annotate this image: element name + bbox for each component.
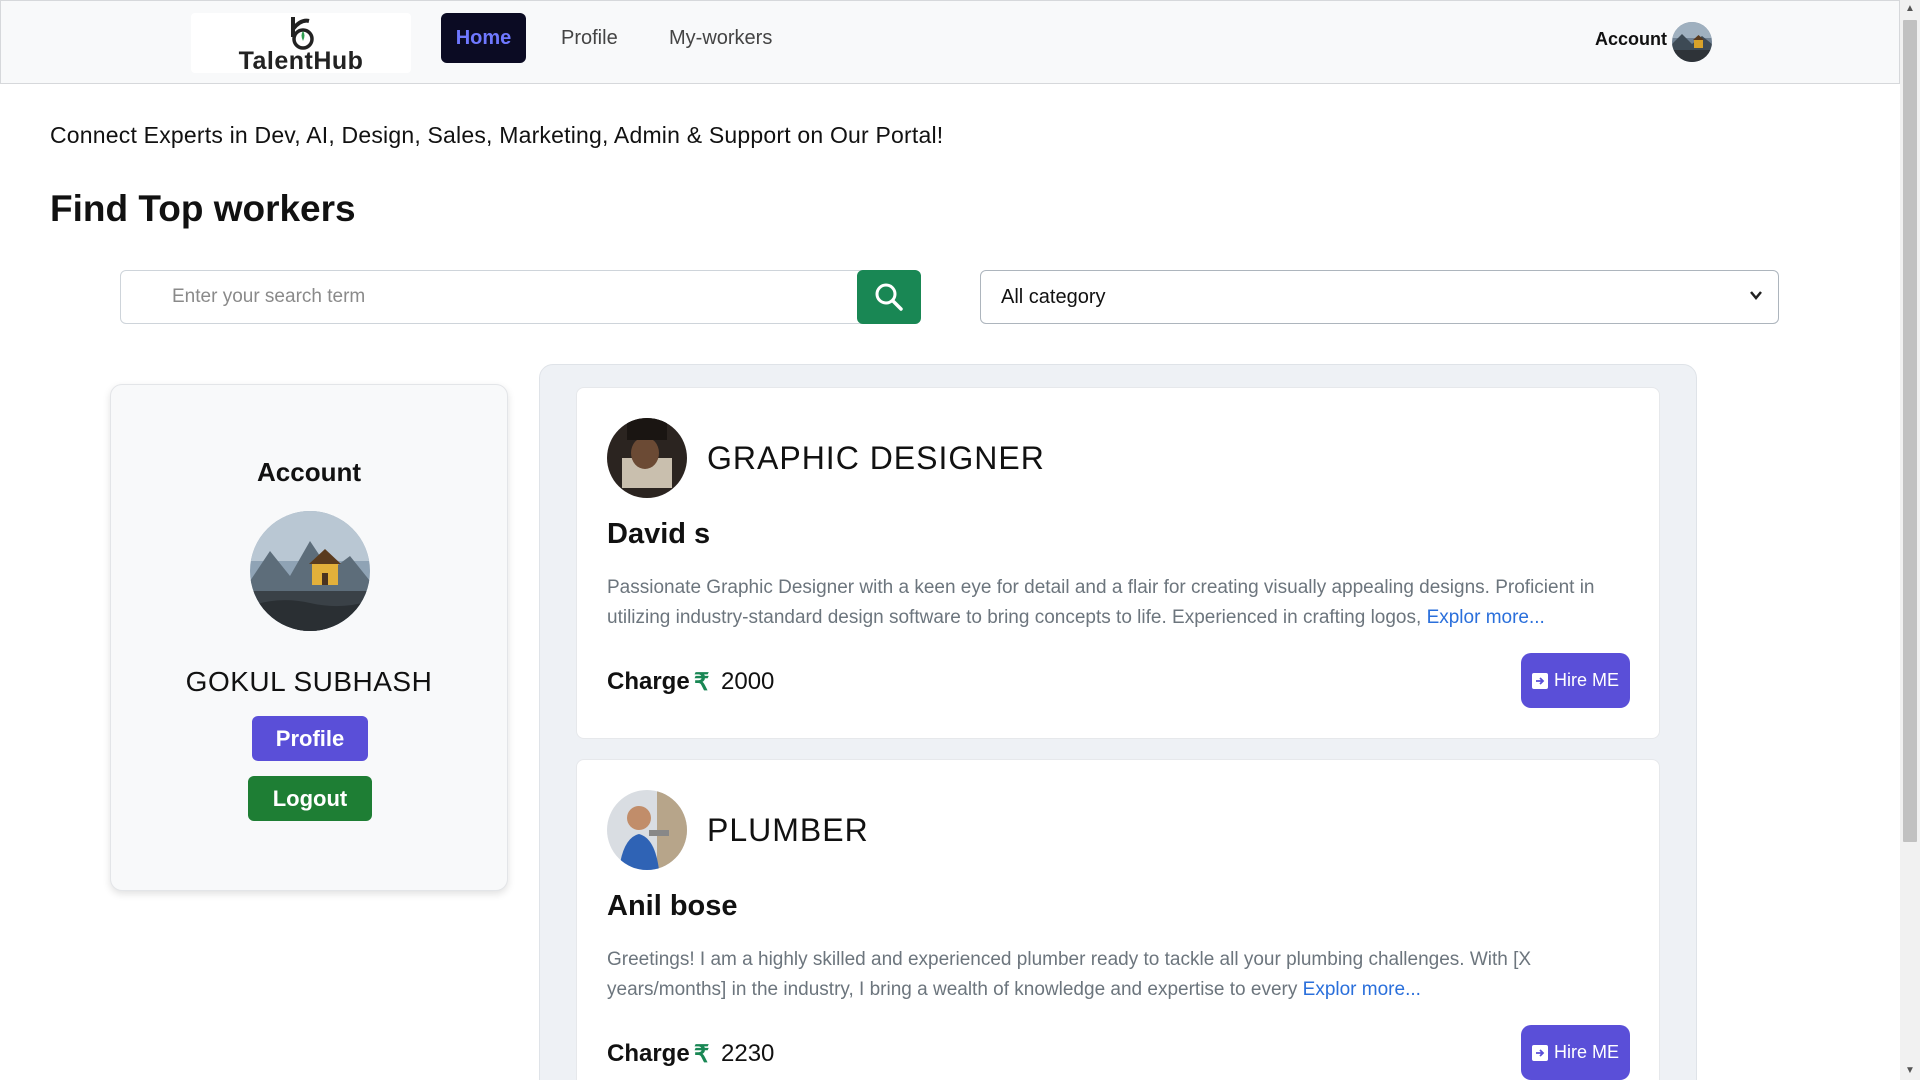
profile-button[interactable]: Profile bbox=[252, 716, 368, 761]
account-card-avatar bbox=[250, 511, 370, 631]
account-card: Account GOKUL SUBHASH Profile Logout bbox=[110, 384, 508, 891]
category-selected-value: All category bbox=[1001, 286, 1106, 308]
rupee-icon: ₹ bbox=[694, 669, 710, 696]
page-scrollbar[interactable]: ▲ ▼ bbox=[1900, 0, 1920, 1080]
account-link[interactable]: Account bbox=[1595, 29, 1667, 50]
worker-photo-image bbox=[607, 790, 687, 870]
nav-my-workers[interactable]: My-workers bbox=[655, 13, 786, 63]
search-input[interactable] bbox=[121, 271, 857, 323]
scroll-up-arrow-icon[interactable]: ▲ bbox=[1900, 0, 1920, 18]
search-icon bbox=[875, 283, 903, 311]
worker-name: David s bbox=[607, 518, 711, 550]
search-button[interactable] bbox=[857, 270, 921, 324]
category-select[interactable]: All category bbox=[980, 270, 1779, 324]
scroll-thumb[interactable] bbox=[1903, 20, 1917, 842]
charge-label: Charge bbox=[607, 668, 690, 695]
hire-me-button[interactable]: Hire ME bbox=[1521, 653, 1630, 708]
workers-panel: GRAPHIC DESIGNER David s Passionate Grap… bbox=[539, 364, 1697, 1080]
explore-more-link[interactable]: Explor more... bbox=[1427, 607, 1545, 628]
explore-more-link[interactable]: Explor more... bbox=[1303, 979, 1421, 1000]
charge-label: Charge bbox=[607, 1040, 690, 1067]
worker-photo-image bbox=[607, 418, 687, 498]
worker-category: PLUMBER bbox=[707, 812, 869, 848]
account-avatar[interactable] bbox=[1672, 22, 1712, 62]
search-box bbox=[120, 270, 921, 324]
arrow-in-box-icon bbox=[1531, 1044, 1548, 1061]
rupee-icon: ₹ bbox=[694, 1041, 710, 1068]
logo-text: TalentHub bbox=[238, 47, 364, 75]
avatar-landscape-image bbox=[1672, 22, 1712, 62]
worker-description: Greetings! I am a highly skilled and exp… bbox=[607, 945, 1637, 1005]
worker-avatar bbox=[607, 790, 687, 870]
navbar: TalentHub Home Profile My-workers Accoun… bbox=[0, 0, 1900, 84]
logo-mark-icon bbox=[291, 17, 314, 50]
nav-profile[interactable]: Profile bbox=[547, 13, 632, 63]
hire-me-button[interactable]: Hire ME bbox=[1521, 1025, 1630, 1080]
worker-card: PLUMBER Anil bose Greetings! I am a high… bbox=[576, 759, 1660, 1080]
worker-category: GRAPHIC DESIGNER bbox=[707, 440, 1045, 476]
worker-avatar bbox=[607, 418, 687, 498]
charge-amount: 2000 bbox=[721, 668, 775, 695]
hire-me-label: Hire ME bbox=[1553, 1042, 1619, 1062]
logout-button[interactable]: Logout bbox=[248, 776, 372, 821]
profile-landscape-image bbox=[250, 511, 370, 631]
charge-amount: 2230 bbox=[721, 1040, 775, 1067]
scroll-down-arrow-icon[interactable]: ▼ bbox=[1900, 1062, 1920, 1080]
talenthub-logo[interactable]: TalentHub bbox=[191, 13, 411, 75]
nav-home[interactable]: Home bbox=[441, 13, 526, 63]
account-name: GOKUL SUBHASH bbox=[185, 666, 433, 697]
worker-description: Passionate Graphic Designer with a keen … bbox=[607, 573, 1637, 633]
hire-me-label: Hire ME bbox=[1553, 670, 1619, 690]
tagline: Connect Experts in Dev, AI, Design, Sale… bbox=[50, 122, 944, 148]
worker-card: GRAPHIC DESIGNER David s Passionate Grap… bbox=[576, 387, 1660, 739]
chevron-down-icon bbox=[1750, 291, 1762, 300]
arrow-in-box-icon bbox=[1531, 672, 1548, 689]
page-title: Find Top workers bbox=[50, 188, 356, 229]
account-card-title: Account bbox=[257, 457, 361, 487]
worker-name: Anil bose bbox=[607, 890, 738, 922]
